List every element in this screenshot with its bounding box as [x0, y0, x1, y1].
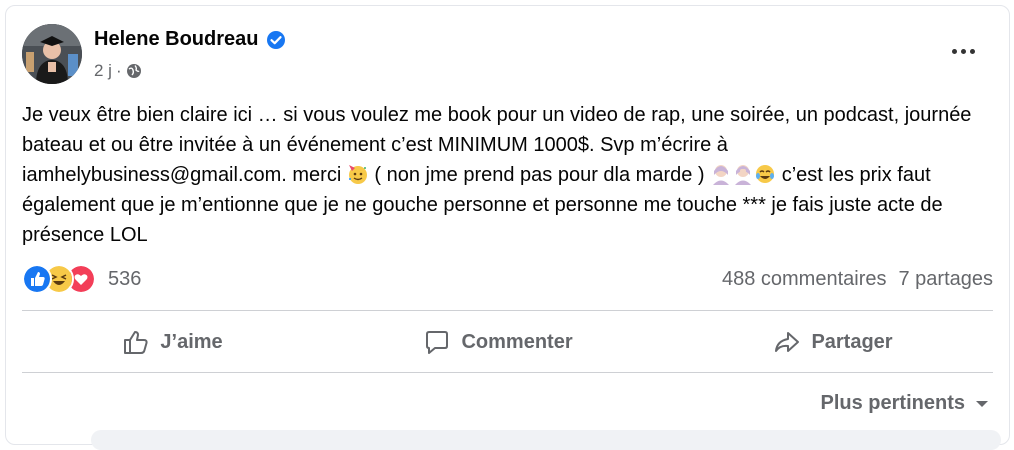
dot-icon	[960, 48, 966, 54]
meta-separator: ·	[115, 61, 122, 80]
comment-button[interactable]: Commenter	[423, 328, 573, 356]
like-button-label: J’aime	[160, 330, 223, 353]
divider	[22, 372, 993, 373]
like-reaction-icon	[22, 264, 52, 294]
action-bar: J’aime Commenter Partager	[22, 316, 993, 368]
author-avatar[interactable]	[22, 24, 82, 84]
comment-bubble-icon	[426, 331, 449, 354]
woman-facepalm-emoji-icon	[735, 165, 752, 185]
shares-count[interactable]: 7 partages	[898, 268, 993, 291]
dot-icon	[969, 48, 975, 54]
share-arrow-icon	[775, 332, 800, 352]
woman-tipping-hand-emoji-icon	[713, 165, 730, 185]
divider	[22, 310, 993, 311]
more-options-button[interactable]	[947, 41, 979, 61]
author-name-text[interactable]: Helene Boudreau	[94, 28, 258, 51]
share-button-label: Partager	[811, 330, 893, 353]
post-time[interactable]: 2 j	[94, 61, 112, 81]
post-card: Helene Boudreau 2 j · Je veux être bien …	[5, 5, 1010, 450]
comment-button-label: Commenter	[461, 330, 573, 353]
verified-badge-icon	[267, 30, 286, 49]
globe-icon[interactable]	[126, 63, 142, 79]
comment-input-partial[interactable]	[91, 430, 1001, 450]
caret-down-icon	[976, 400, 988, 407]
sort-label: Plus pertinents	[820, 392, 965, 414]
engagement-stats: 488 commentaires 7 partages	[722, 268, 993, 291]
post-meta: 2 j ·	[94, 61, 142, 81]
comments-count[interactable]: 488 commentaires	[722, 268, 887, 291]
share-button[interactable]: Partager	[773, 328, 893, 356]
dot-icon	[951, 48, 957, 54]
post-body: Je veux être bien claire ici … si vous v…	[22, 100, 997, 250]
like-button[interactable]: J’aime	[122, 328, 223, 356]
post-text-part-2: ( non jme prend pas pour dla marde )	[368, 164, 711, 186]
reactions-summary[interactable]: 536	[22, 264, 141, 294]
party-face-emoji-icon	[348, 165, 367, 184]
comment-sort-dropdown[interactable]: Plus pertinents	[821, 392, 989, 415]
thumbs-up-icon	[124, 331, 148, 354]
author-name[interactable]: Helene Boudreau	[94, 28, 286, 51]
tears-of-joy-emoji-icon	[756, 165, 775, 183]
reaction-count[interactable]: 536	[108, 268, 141, 291]
